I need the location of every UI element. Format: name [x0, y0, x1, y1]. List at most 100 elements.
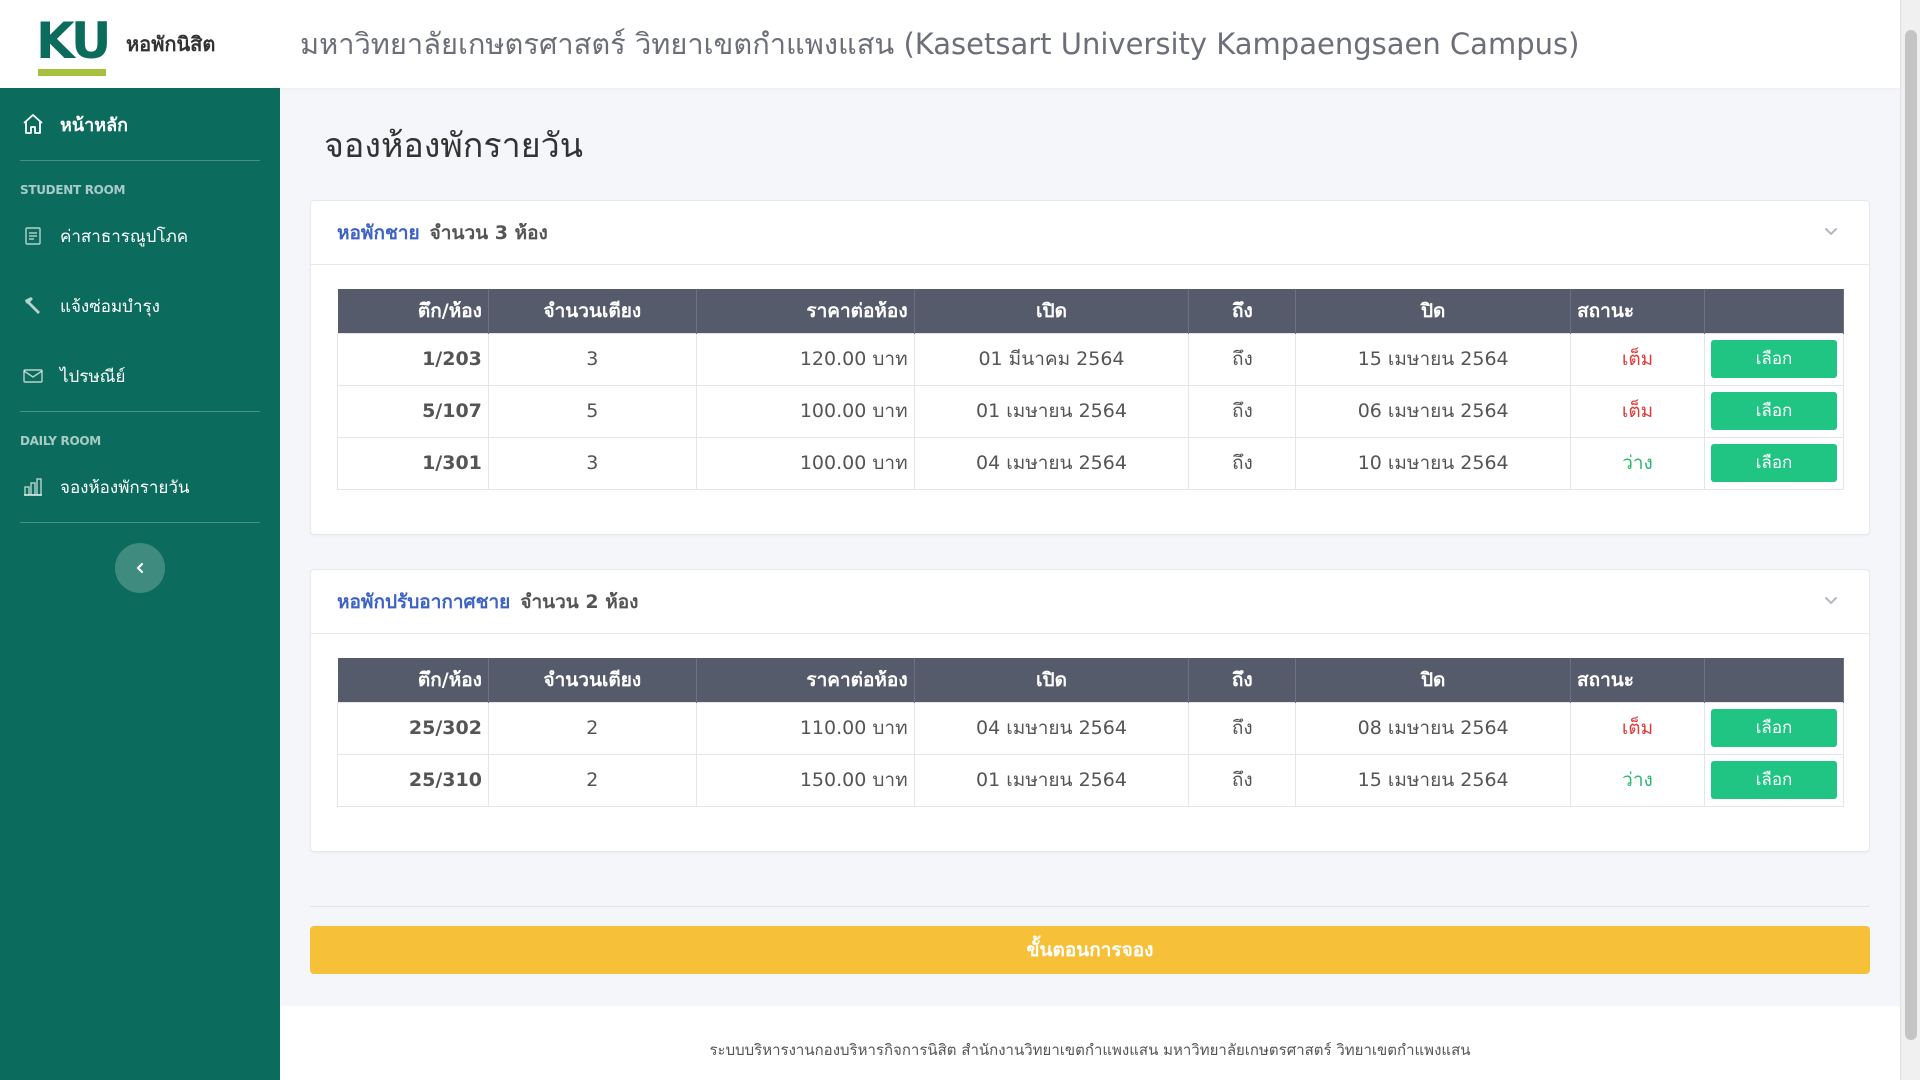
- top-header: KU หอพักนิสิต มหาวิทยาลัยเกษตรศาสตร์ วิท…: [0, 0, 1900, 88]
- vertical-scrollbar[interactable]: [1900, 0, 1920, 1080]
- card-header[interactable]: หอพักปรับอากาศชาย จำนวน 2 ห้อง: [311, 570, 1869, 634]
- column-header: ปิด: [1295, 289, 1572, 333]
- page-title: จองห้องพักรายวัน: [324, 126, 583, 166]
- site-title: มหาวิทยาลัยเกษตรศาสตร์ วิทยาเขตกำแพงแสน …: [300, 27, 1580, 61]
- cell-to: ถึง: [1188, 332, 1297, 386]
- cell-price: 110.00 บาท: [695, 701, 915, 755]
- cell-beds: 2: [487, 753, 697, 807]
- cell-room: 1/203: [337, 332, 489, 386]
- cell-beds: 5: [487, 384, 697, 438]
- table-row: 25/310 2 150.00 บาท 01 เมษายน 2564 ถึง 1…: [337, 753, 1845, 807]
- cell-room: 25/310: [337, 753, 489, 807]
- group-title: หอพักชาย: [337, 221, 420, 244]
- select-button[interactable]: เลือก: [1710, 392, 1837, 430]
- sidebar-item-utilities[interactable]: ค่าสาธารณูปโภค: [0, 201, 280, 271]
- sidebar-item-mail[interactable]: ไปรษณีย์: [0, 341, 280, 411]
- column-header: [1704, 289, 1845, 333]
- column-header: [1704, 658, 1845, 702]
- building-chart-icon: [20, 474, 46, 500]
- group-title: หอพักปรับอากาศชาย: [337, 590, 511, 613]
- cell-to: ถึง: [1188, 384, 1297, 438]
- sidebar-item-label: ไปรษณีย์: [60, 366, 126, 387]
- cell-price: 100.00 บาท: [695, 436, 915, 490]
- column-header: ตึก/ห้อง: [337, 289, 489, 333]
- cell-action: เลือก: [1703, 384, 1845, 438]
- booking-steps-button[interactable]: ขั้นตอนการจอง: [310, 926, 1870, 974]
- home-icon: [20, 111, 46, 137]
- cell-action: เลือก: [1703, 701, 1845, 755]
- room-group-card: หอพักชาย จำนวน 3 ห้อง ตึก/ห้อง จำนวนเตีย…: [310, 200, 1870, 535]
- select-button[interactable]: เลือก: [1710, 761, 1837, 799]
- status-badge: เต็ม: [1570, 384, 1705, 438]
- hammer-icon: [20, 293, 46, 319]
- column-header: สถานะ: [1570, 289, 1705, 333]
- sidebar-divider: [20, 522, 260, 523]
- cell-beds: 2: [487, 701, 697, 755]
- cell-close-date: 15 เมษายน 2564: [1295, 753, 1572, 807]
- table-row: 1/203 3 120.00 บาท 01 มีนาคม 2564 ถึง 15…: [337, 332, 1845, 386]
- sidebar-item-label: ค่าสาธารณูปโภค: [60, 226, 189, 247]
- cell-to: ถึง: [1188, 753, 1297, 807]
- ku-logo: KU: [36, 12, 111, 76]
- cell-close-date: 10 เมษายน 2564: [1295, 436, 1572, 490]
- rooms-table: ตึก/ห้อง จำนวนเตียง ราคาต่อห้อง เปิด ถึง…: [337, 658, 1845, 807]
- rooms-table: ตึก/ห้อง จำนวนเตียง ราคาต่อห้อง เปิด ถึง…: [337, 289, 1845, 490]
- cell-action: เลือก: [1703, 753, 1845, 807]
- main-content: จองห้องพักรายวัน หอพักชาย จำนวน 3 ห้อง ต…: [280, 88, 1900, 1080]
- table-row: 25/302 2 110.00 บาท 04 เมษายน 2564 ถึง 0…: [337, 701, 1845, 755]
- document-icon: [20, 223, 46, 249]
- chevron-down-icon[interactable]: [1823, 223, 1839, 239]
- sidebar-item-label: แจ้งซ่อมบำรุง: [60, 296, 160, 317]
- select-button[interactable]: เลือก: [1710, 340, 1837, 378]
- sidebar-collapse-button[interactable]: [115, 543, 165, 593]
- cell-price: 120.00 บาท: [695, 332, 915, 386]
- chevron-left-icon: [136, 562, 144, 574]
- column-header: เปิด: [914, 658, 1190, 702]
- cell-room: 25/302: [337, 701, 489, 755]
- cell-open-date: 01 เมษายน 2564: [913, 753, 1190, 807]
- logo-underline: [38, 69, 106, 76]
- sidebar-item-daily-booking[interactable]: จองห้องพักรายวัน: [0, 452, 280, 522]
- section-label-student: STUDENT ROOM: [20, 183, 126, 197]
- column-header: สถานะ: [1570, 658, 1705, 702]
- footer: ระบบบริหารงานกองบริหารกิจการนิสิต สำนักง…: [280, 1006, 1900, 1080]
- status-badge: เต็ม: [1570, 701, 1705, 755]
- select-button[interactable]: เลือก: [1710, 444, 1837, 482]
- divider: [310, 906, 1870, 907]
- room-group-card: หอพักปรับอากาศชาย จำนวน 2 ห้อง ตึก/ห้อง …: [310, 569, 1870, 852]
- cell-open-date: 01 มีนาคม 2564: [913, 332, 1190, 386]
- chevron-down-icon[interactable]: [1823, 592, 1839, 608]
- sidebar-item-home[interactable]: หน้าหลัก: [0, 88, 280, 160]
- cell-price: 100.00 บาท: [695, 384, 915, 438]
- column-header: เปิด: [914, 289, 1190, 333]
- cell-action: เลือก: [1703, 436, 1845, 490]
- status-badge: ว่าง: [1570, 436, 1705, 490]
- cell-price: 150.00 บาท: [695, 753, 915, 807]
- group-count: จำนวน 3 ห้อง: [429, 221, 548, 244]
- cell-open-date: 04 เมษายน 2564: [913, 701, 1190, 755]
- brand[interactable]: KU หอพักนิสิต: [0, 0, 280, 88]
- column-header: จำนวนเตียง: [488, 658, 697, 702]
- group-count: จำนวน 2 ห้อง: [520, 590, 639, 613]
- column-header: ถึง: [1188, 658, 1297, 702]
- column-header: ตึก/ห้อง: [337, 658, 489, 702]
- cell-close-date: 06 เมษายน 2564: [1295, 384, 1572, 438]
- sidebar-item-repair[interactable]: แจ้งซ่อมบำรุง: [0, 271, 280, 341]
- sidebar-item-label: จองห้องพักรายวัน: [60, 477, 190, 498]
- cell-beds: 3: [487, 436, 697, 490]
- sidebar-item-label: หน้าหลัก: [60, 114, 129, 136]
- card-header[interactable]: หอพักชาย จำนวน 3 ห้อง: [311, 201, 1869, 265]
- table-row: 5/107 5 100.00 บาท 01 เมษายน 2564 ถึง 06…: [337, 384, 1845, 438]
- status-badge: เต็ม: [1570, 332, 1705, 386]
- cell-action: เลือก: [1703, 332, 1845, 386]
- sidebar-divider: [20, 411, 260, 412]
- card-body: ตึก/ห้อง จำนวนเตียง ราคาต่อห้อง เปิด ถึง…: [311, 634, 1869, 851]
- select-button[interactable]: เลือก: [1710, 709, 1837, 747]
- cell-close-date: 15 เมษายน 2564: [1295, 332, 1572, 386]
- page: KU หอพักนิสิต มหาวิทยาลัยเกษตรศาสตร์ วิท…: [0, 0, 1920, 1080]
- cell-beds: 3: [487, 332, 697, 386]
- scrollbar-thumb[interactable]: [1905, 30, 1917, 1040]
- column-header: ถึง: [1188, 289, 1297, 333]
- table-header-row: ตึก/ห้อง จำนวนเตียง ราคาต่อห้อง เปิด ถึง…: [337, 658, 1845, 702]
- logo-text: KU: [36, 12, 111, 70]
